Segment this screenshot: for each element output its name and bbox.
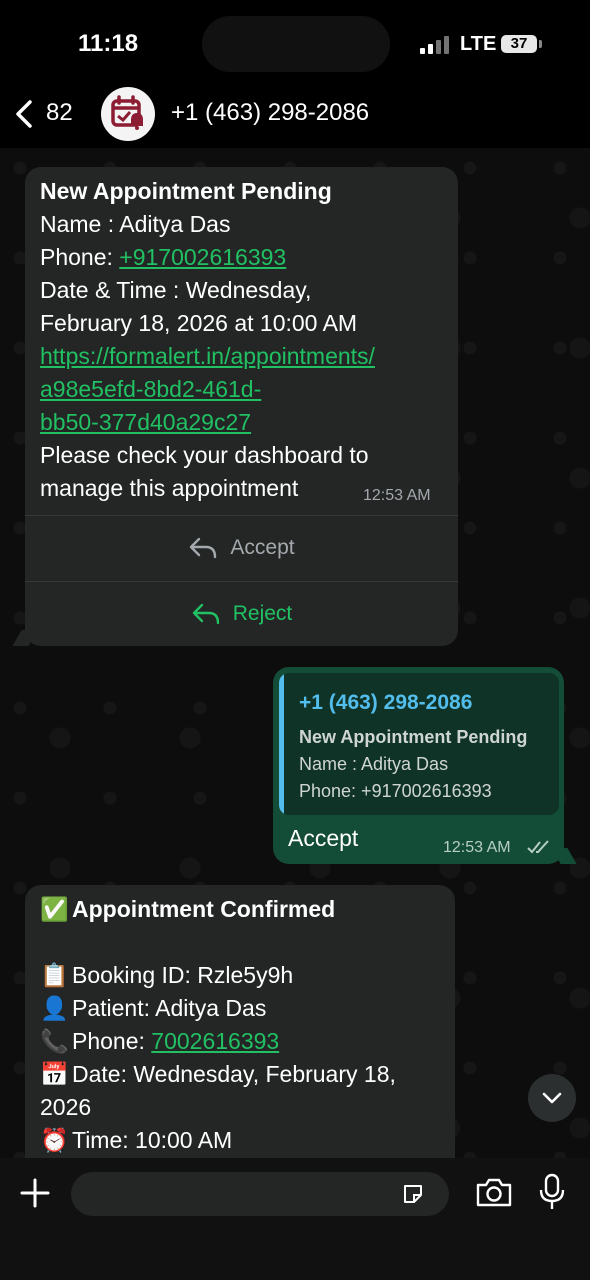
camera-icon[interactable]	[475, 1176, 513, 1208]
contact-name[interactable]: +1 (463) 298-2086	[171, 99, 369, 127]
alarm-clock-icon: ⏰	[40, 1127, 69, 1153]
quote-accent-bar	[279, 673, 284, 815]
chat-header: 82 +1 (463) 298-2086	[0, 87, 590, 148]
message-title: New Appointment Pending	[40, 178, 332, 204]
dynamic-island	[202, 16, 390, 72]
time-line: ⏰ Time: 10:00 AM	[40, 1124, 450, 1157]
quoted-message[interactable]: +1 (463) 298-2086 New Appointment Pendin…	[279, 673, 559, 815]
person-icon: 👤	[40, 995, 69, 1021]
quoted-title: New Appointment Pending	[299, 727, 528, 747]
calendar-alert-icon	[111, 95, 143, 130]
status-bar: 11:18 LTE 37	[0, 0, 590, 90]
date-text: Date: Wednesday, February 18,	[72, 1061, 396, 1087]
time-text: Time: 10:00 AM	[72, 1127, 233, 1153]
quoted-line1: Name : Aditya Das	[299, 754, 449, 774]
date-line: 📅 Date: Wednesday, February 18,	[40, 1058, 450, 1091]
plus-icon[interactable]	[20, 1178, 50, 1208]
network-label: LTE	[460, 33, 497, 55]
incoming-message[interactable]: New Appointment Pending Name : Aditya Da…	[12, 167, 458, 646]
appointment-link-line2[interactable]: a98e5efd-8bd2-461d-	[40, 373, 450, 406]
reject-button[interactable]: Reject	[25, 582, 458, 646]
message-footer-line1: Please check your dashboard to	[40, 442, 369, 468]
phone-line: 📞 Phone: 7002616393	[40, 1025, 450, 1058]
mic-icon[interactable]	[539, 1173, 565, 1211]
reply-icon	[190, 537, 217, 559]
confirmation-title: ✅ Appointment Confirmed	[40, 893, 450, 926]
status-time: 11:18	[78, 30, 139, 57]
phone-link[interactable]: +917002616393	[119, 244, 286, 270]
message-time: 12:53 AM	[363, 487, 431, 504]
clipboard-icon: 📋	[40, 962, 69, 988]
calendar-icon: 📅	[40, 1061, 69, 1087]
phone-label: Phone:	[72, 1028, 152, 1054]
accept-label: Accept	[230, 536, 295, 559]
message-datetime-line1: Date & Time : Wednesday,	[40, 277, 312, 303]
input-bar	[0, 1158, 590, 1280]
patient-line: 👤 Patient: Aditya Das	[40, 992, 450, 1025]
chevron-down-icon	[542, 1092, 562, 1104]
phone-link[interactable]: 7002616393	[151, 1028, 279, 1054]
unread-count[interactable]: 82	[46, 99, 73, 127]
check-mark-icon: ✅	[40, 896, 69, 922]
confirmation-title-text: Appointment Confirmed	[72, 896, 336, 922]
reject-label: Reject	[232, 602, 293, 625]
message-name: Name : Aditya Das	[40, 211, 231, 237]
avatar[interactable]	[101, 87, 155, 141]
message-phone-line: Phone: +917002616393	[40, 241, 450, 274]
battery-icon: 37	[501, 35, 537, 53]
patient-name: Patient: Aditya Das	[72, 995, 267, 1021]
reply-icon	[192, 603, 219, 625]
message-input[interactable]	[71, 1172, 449, 1216]
phone-icon: 📞	[40, 1028, 69, 1054]
quoted-sender: +1 (463) 298-2086	[299, 691, 473, 714]
reply-text: Accept	[288, 825, 359, 851]
date-line2: 2026	[40, 1094, 92, 1120]
battery-tip	[539, 40, 542, 48]
signal-icon	[420, 36, 450, 54]
message-datetime-line2: February 18, 2026 at 10:00 AM	[40, 310, 358, 336]
scroll-to-bottom-button[interactable]	[528, 1074, 576, 1122]
message-time: 12:53 AM	[443, 839, 511, 856]
appointment-link[interactable]: https://formalert.in/appointments/	[40, 340, 450, 373]
appointment-link-line3[interactable]: bb50-377d40a29c27	[40, 406, 450, 439]
booking-line: 📋 Booking ID: Rzle5y9h	[40, 959, 450, 992]
quoted-line2: Phone: +917002616393	[299, 781, 492, 801]
phone-label: Phone:	[40, 244, 120, 270]
outgoing-message[interactable]: +1 (463) 298-2086 New Appointment Pendin…	[273, 667, 577, 864]
incoming-message[interactable]: ✅ Appointment Confirmed 📋 Booking ID: Rzle…	[25, 885, 455, 1175]
back-chevron-icon[interactable]	[12, 94, 42, 134]
sticker-icon[interactable]	[401, 1182, 425, 1206]
accept-button[interactable]: Accept	[25, 516, 458, 580]
booking-id: Booking ID: Rzle5y9h	[72, 962, 294, 988]
double-check-icon	[527, 840, 549, 854]
